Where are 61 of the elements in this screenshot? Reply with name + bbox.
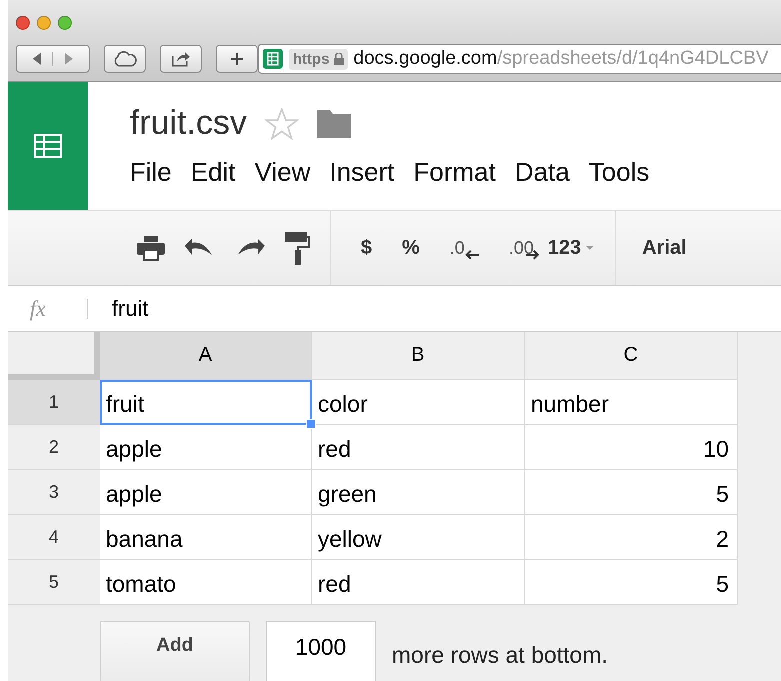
add-rows-button[interactable]: Add [100,621,250,681]
formula-field[interactable]: fruit [88,296,149,322]
table-cell[interactable]: 10 [525,425,738,470]
table-cell[interactable]: 2 [525,515,738,560]
menu-item[interactable]: Tools [586,157,667,188]
plus-icon [229,51,245,67]
url-host: docs.google.com [354,48,498,70]
table-cell[interactable]: yellow [312,515,525,560]
table-cell[interactable]: apple [100,470,312,515]
decrease-decimals-button[interactable]: .0 [450,236,479,260]
percent-button[interactable]: % [402,236,420,260]
table-cell[interactable]: number [525,380,738,425]
column-header[interactable]: B [312,332,525,380]
menu-item[interactable]: Format [412,157,513,188]
menu-item[interactable]: Edit [188,157,253,188]
paint-roller-icon[interactable] [284,231,310,265]
left-arrow-icon [464,250,479,260]
currency-button[interactable]: $ [361,236,372,260]
table-cell[interactable]: red [312,425,525,470]
font-dropdown[interactable]: Arial [642,236,687,260]
new-tab-button[interactable] [216,45,258,73]
sheets-logo-icon [34,134,62,158]
minimize-button[interactable] [37,16,51,30]
table-cell[interactable]: red [312,560,525,605]
print-icon[interactable] [136,235,166,261]
share-icon [171,51,191,67]
row-count-field[interactable]: 1000 [266,621,376,681]
address-field[interactable]: https docs.google.com/spreadsheets/d/1q4nG4DLCBV [258,44,781,74]
add-rows-label: more rows at bottom. [392,642,608,670]
document-title: fruit.csv [130,104,248,143]
url-path: /spreadsheets/d/1q4nG4DLCBV [497,48,769,70]
close-button[interactable] [16,16,30,30]
menu-item[interactable]: Data [512,157,587,188]
column-header[interactable]: C [525,332,738,380]
table-cell[interactable]: color [312,380,525,425]
menu-item[interactable]: Insert [328,157,412,188]
folder-icon[interactable] [317,110,352,138]
table-cell[interactable]: apple [100,425,312,470]
secure-badge: https [289,48,348,70]
menu-item[interactable]: View [252,157,328,188]
back-forward-arrows-icon [31,52,75,66]
increase-decimals-button[interactable]: .00 [508,236,540,260]
menu-item[interactable]: File [128,157,189,188]
number-format-button[interactable]: 123 [548,236,596,260]
cloud-button[interactable] [104,45,146,73]
fill-handle[interactable] [306,419,316,429]
cloud-icon [113,51,137,67]
zoom-button[interactable] [58,16,72,30]
sheets-icon [263,49,283,69]
star-icon[interactable] [265,108,300,140]
table-cell[interactable]: tomato [100,560,312,605]
column-header[interactable]: A [100,332,312,380]
table-cell[interactable]: green [312,470,525,515]
table-cell[interactable]: 5 [525,470,738,515]
table-cell[interactable]: 5 [525,560,738,605]
row-header[interactable]: 1 [8,380,100,425]
table-cell[interactable]: banana [100,515,312,560]
share-button[interactable] [160,45,202,73]
formula-label: fx [8,298,88,318]
back-forward-button[interactable] [16,45,90,73]
caret-icon [585,245,596,251]
